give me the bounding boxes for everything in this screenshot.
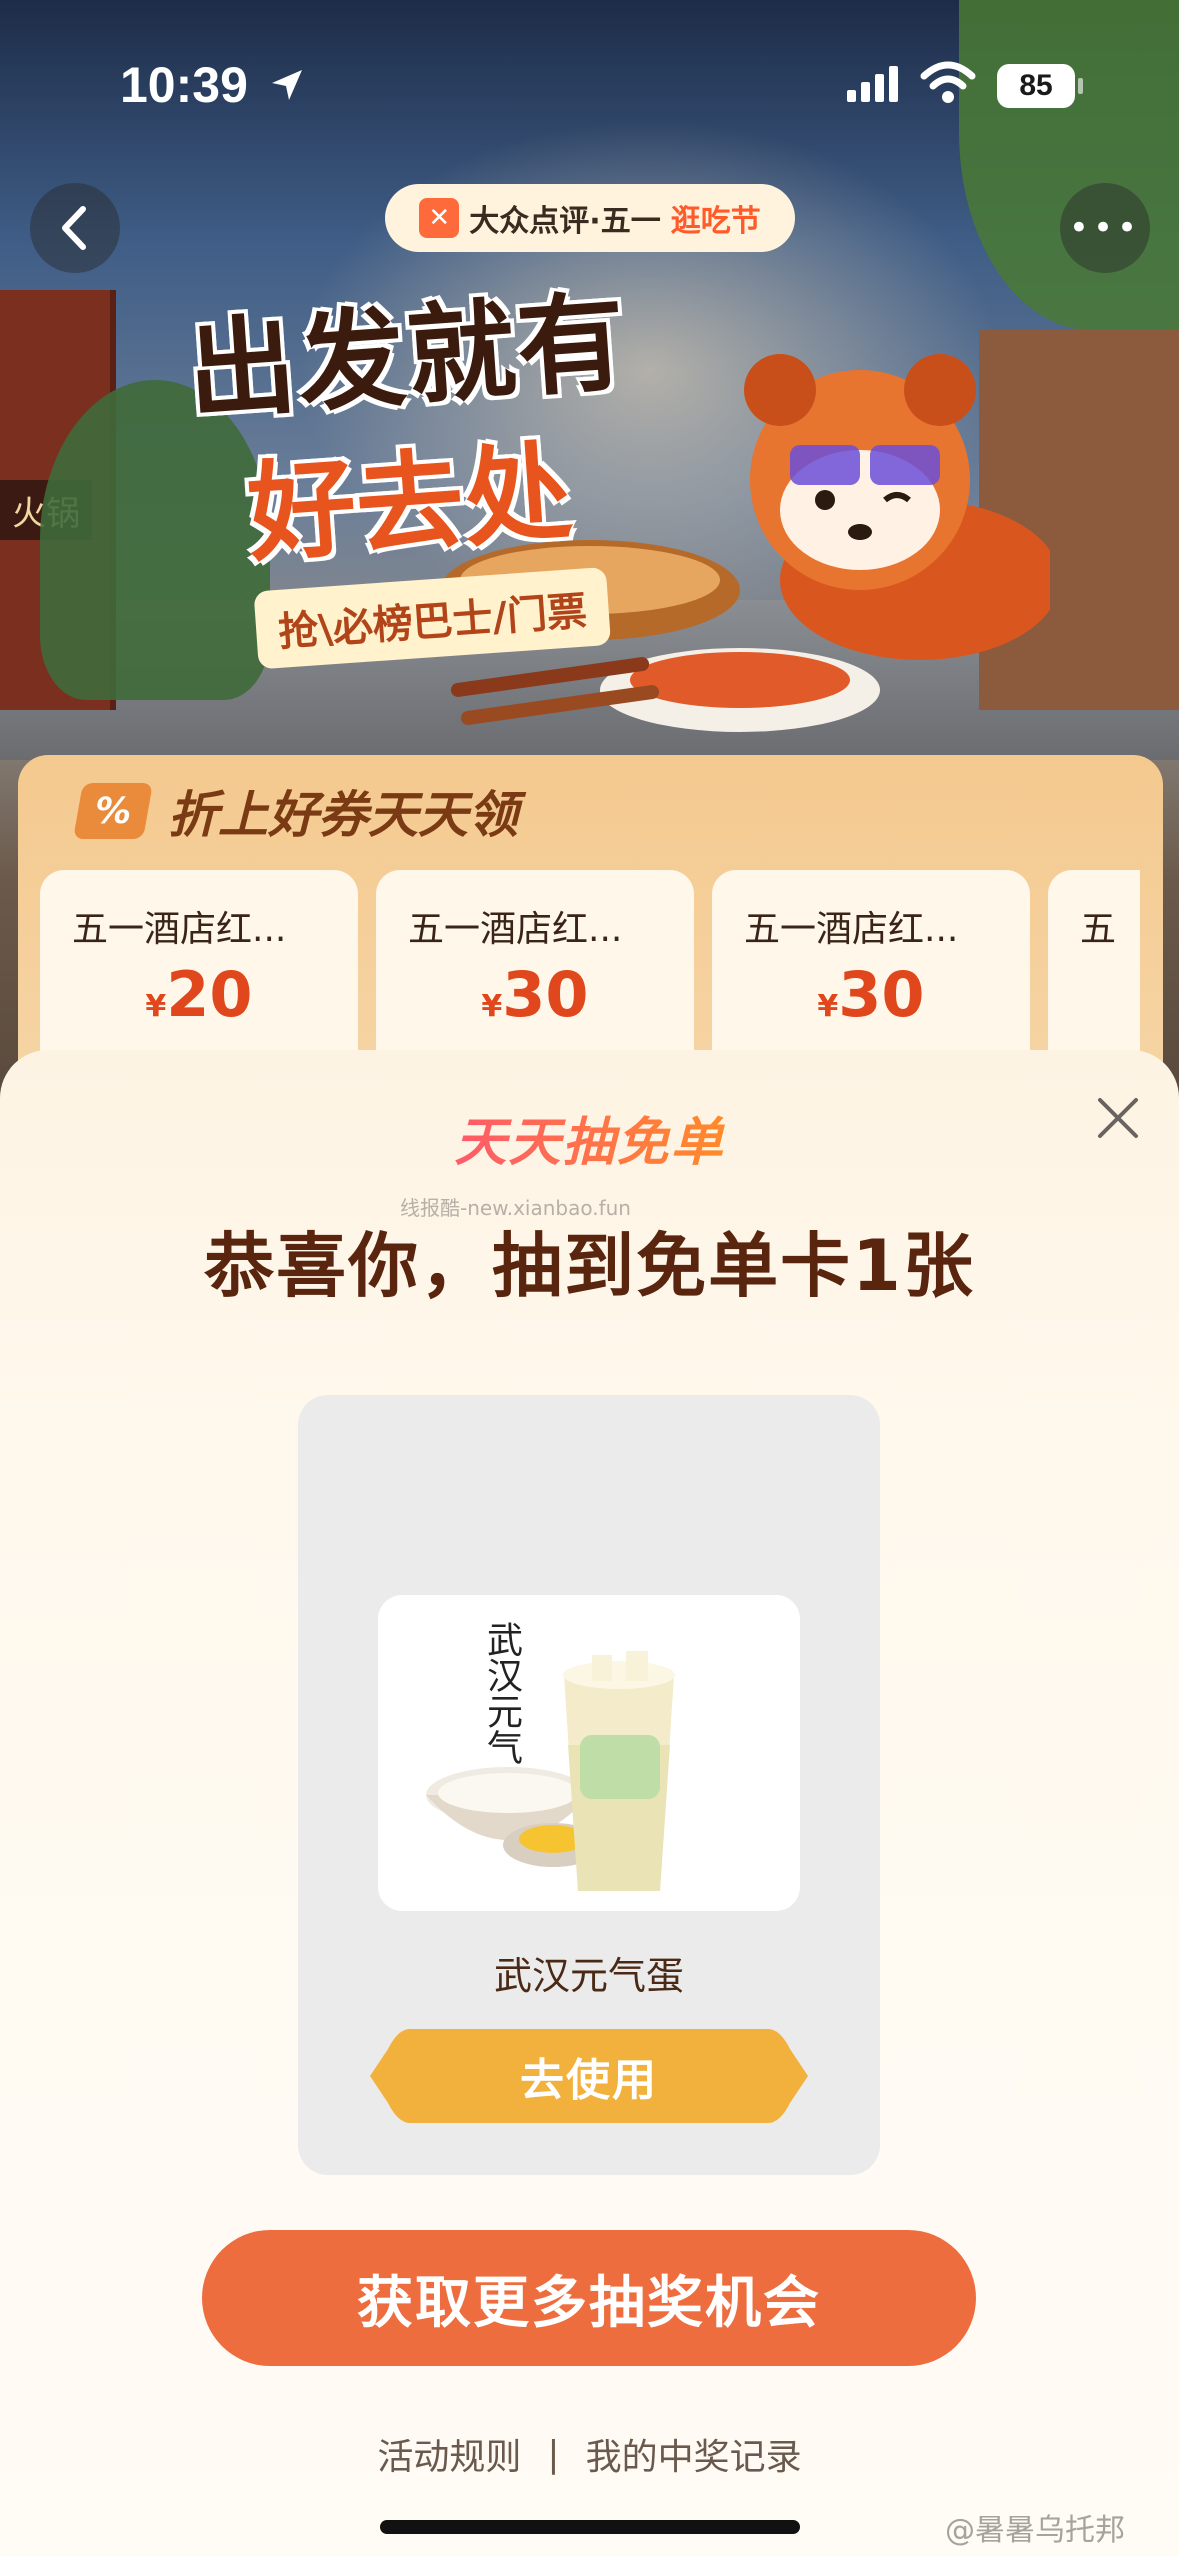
coupon-amount: 30 (502, 958, 589, 1031)
back-button[interactable] (30, 183, 120, 273)
coupon-amount: 20 (166, 958, 253, 1031)
source-credit: @暑暑乌托邦 (945, 2513, 1125, 2548)
lottery-logo: 天天抽免单 (0, 1100, 1179, 1175)
coupon-amount: 30 (838, 958, 925, 1031)
hero-title-art: 出发就有 好去处 抢\必榜巴士/门票 (182, 255, 648, 673)
congrats-headline: 恭喜你，抽到免单卡1张 (204, 1225, 975, 1307)
get-more-chances-button[interactable]: 获取更多抽奖机会 (202, 2230, 976, 2366)
more-options-button[interactable]: ••• (1060, 183, 1150, 273)
status-bar: 10:39 85 (0, 0, 1179, 160)
battery-indicator: 85 (997, 64, 1083, 108)
dianping-logo-icon: ✕ (419, 198, 460, 238)
status-time: 10:39 (120, 57, 248, 113)
more-dots-icon: ••• (1068, 208, 1142, 248)
coupon-currency: ¥ (817, 989, 839, 1024)
lottery-logo-text: 天天抽免单 (454, 1113, 725, 1173)
coupon-section-title: 折上好券天天领 (168, 786, 518, 844)
use-now-label: 去使用 (520, 2055, 658, 2106)
coupon-currency: ¥ (481, 989, 503, 1024)
coupon-value: ¥30 (712, 958, 1030, 1031)
brand-name: 大众点评·五一 (469, 204, 661, 239)
win-records-link[interactable]: 我的中奖记录 (586, 2428, 802, 2480)
coupon-value: ¥20 (40, 958, 358, 1031)
home-indicator[interactable] (380, 2520, 800, 2534)
link-separator: | (547, 2433, 560, 2475)
percent-badge-icon: % (73, 783, 153, 839)
close-icon[interactable] (1090, 1090, 1146, 1146)
prize-result-sheet: 天天抽免单 线报酷-new.xianbao.fun 恭喜你，抽到免单卡1张 武汉… (0, 1050, 1179, 2556)
wifi-icon (920, 61, 976, 103)
coupon-value: ¥30 (376, 958, 694, 1031)
coupon-title: 五 (1080, 909, 1117, 950)
prize-card: 武汉元气蛋 武汉元气蛋 去使用 (298, 1395, 880, 2175)
coupon-title: 五一酒店红... (72, 909, 287, 950)
footer-links: 活动规则 | 我的中奖记录 (0, 2428, 1179, 2480)
rules-link[interactable]: 活动规则 (377, 2428, 521, 2480)
cellular-signal-icon (847, 66, 898, 102)
use-now-button[interactable]: 去使用 (370, 2029, 808, 2123)
coupon-title: 五一酒店红... (744, 909, 959, 950)
location-arrow-icon (272, 70, 302, 100)
coupon-section-header: % 折上好券天天领 (73, 775, 518, 847)
brand-pill: ✕ 大众点评·五一 逛吃节 (385, 184, 795, 252)
prize-name: 武汉元气蛋 (493, 1954, 684, 1998)
drink-and-rice-illustration (426, 1651, 675, 1891)
prize-image: 武汉元气蛋 (378, 1595, 800, 1911)
hero-title-line2: 好去处 (243, 430, 576, 578)
coupon-currency: ¥ (145, 989, 167, 1024)
brand-highlight: 逛吃节 (670, 204, 761, 239)
chevron-left-icon (62, 206, 86, 250)
coupon-title: 五一酒店红... (408, 909, 623, 950)
